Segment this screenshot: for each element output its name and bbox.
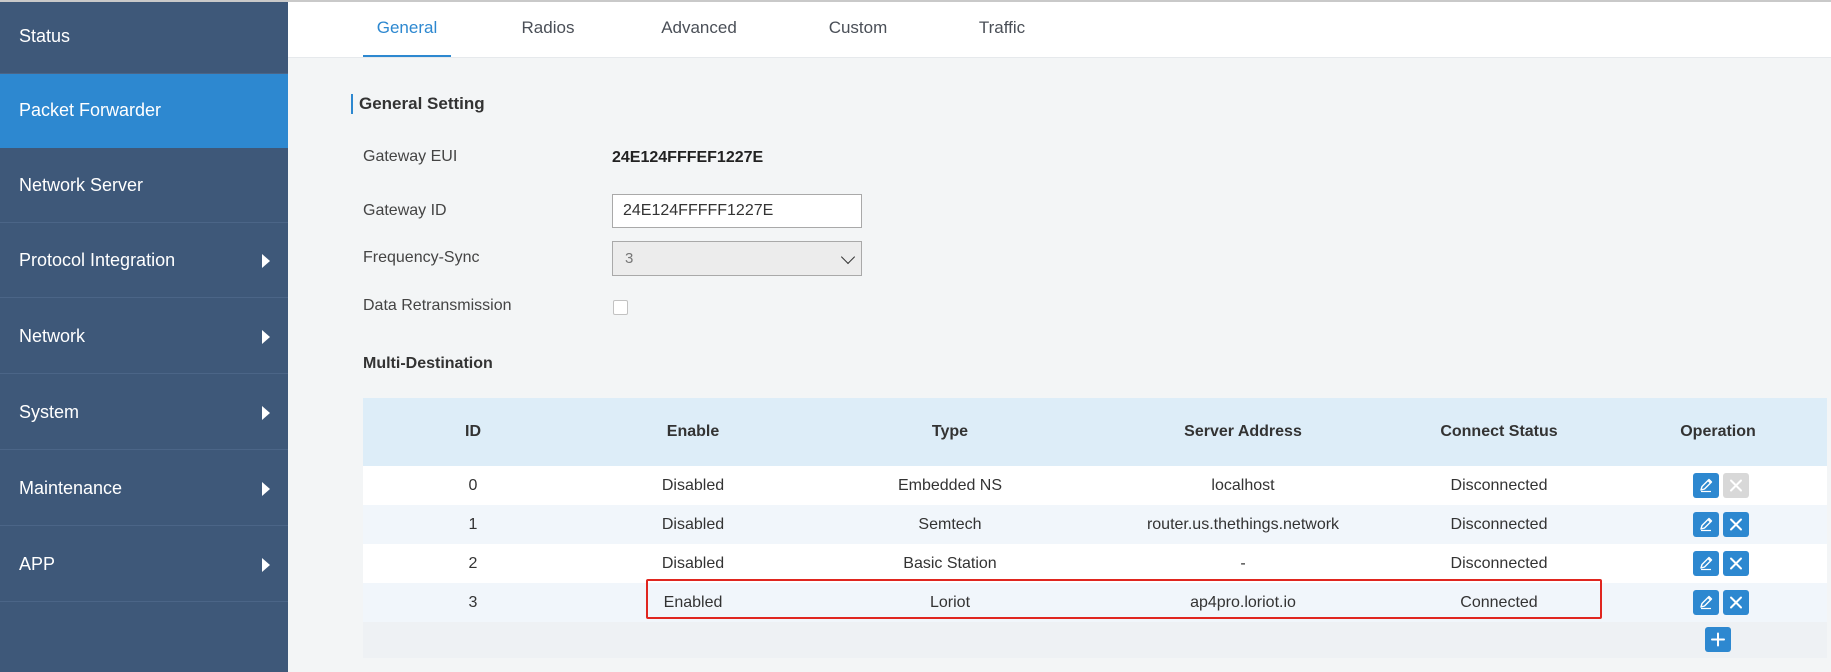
close-icon: [1730, 596, 1742, 609]
cell-server-address: -: [1240, 555, 1246, 572]
pencil-icon: [1700, 556, 1713, 571]
tab-general[interactable]: General: [363, 0, 451, 57]
caret-right-icon: [262, 253, 270, 268]
caret-right-icon: [262, 405, 270, 420]
tab-radios[interactable]: Radios: [513, 0, 583, 57]
header-operation: Operation: [1680, 423, 1756, 440]
pencil-icon: [1700, 595, 1713, 610]
frequency-sync-label: Frequency-Sync: [363, 249, 480, 266]
delete-button[interactable]: [1723, 590, 1749, 615]
frequency-sync-select[interactable]: 3: [612, 241, 862, 276]
sidebar-item-label: Network: [19, 326, 86, 346]
caret-right-icon: [262, 481, 270, 496]
main-content: General Radios Advanced Custom Traffic G…: [288, 0, 1831, 672]
sidebar-item-label: Status: [19, 26, 71, 46]
tab-advanced[interactable]: Advanced: [654, 0, 744, 57]
sidebar-item-network[interactable]: Network: [0, 300, 288, 374]
cell-type: Embedded NS: [897, 477, 1003, 494]
tab-traffic[interactable]: Traffic: [967, 0, 1037, 57]
sidebar-item-label: Protocol Integration: [19, 250, 176, 270]
cell-id: 3: [468, 594, 478, 611]
sidebar-item-protocol-integration[interactable]: Protocol Integration: [0, 224, 288, 298]
cell-enable: Disabled: [661, 516, 725, 533]
tab-bar: General Radios Advanced Custom Traffic: [288, 0, 1831, 58]
sidebar: Status Packet Forwarder Network Server P…: [0, 0, 288, 672]
sidebar-item-system[interactable]: System: [0, 376, 288, 450]
pencil-icon: [1700, 478, 1713, 493]
caret-right-icon: [262, 557, 270, 572]
close-icon: [1730, 518, 1742, 531]
sidebar-item-label: APP: [19, 554, 56, 574]
gateway-eui-label: Gateway EUI: [363, 148, 458, 165]
header-enable: Enable: [666, 423, 720, 440]
cell-connect-status: Disconnected: [1450, 477, 1548, 494]
cell-id: 0: [468, 477, 478, 494]
cell-type: Semtech: [918, 516, 982, 533]
data-retransmission-checkbox[interactable]: [613, 300, 628, 315]
table-row: 2 Disabled Basic Station - Disconnected: [363, 544, 1827, 583]
pencil-icon: [1700, 517, 1713, 532]
frequency-sync-value: 3: [625, 250, 634, 267]
chevron-down-icon: [840, 249, 856, 265]
delete-button[interactable]: [1723, 512, 1749, 537]
sidebar-item-label: System: [19, 402, 80, 422]
multi-destination-title: Multi-Destination: [363, 355, 493, 372]
sidebar-item-label: Packet Forwarder: [19, 100, 162, 120]
sidebar-item-packet-forwarder[interactable]: Packet Forwarder: [0, 74, 288, 148]
edit-button[interactable]: [1693, 512, 1719, 537]
sidebar-item-app[interactable]: APP: [0, 528, 288, 602]
tab-custom[interactable]: Custom: [818, 0, 898, 57]
sidebar-item-label: Maintenance: [19, 478, 123, 498]
table-row: 1 Disabled Semtech router.us.thethings.n…: [363, 505, 1827, 544]
plus-icon: [1711, 632, 1725, 647]
close-icon: [1730, 479, 1742, 492]
section-title: General Setting: [351, 94, 485, 114]
add-destination-button[interactable]: [1705, 627, 1731, 652]
cell-server-address: router.us.thethings.network: [1146, 516, 1340, 533]
cell-connect-status: Connected: [1460, 594, 1538, 611]
header-id: ID: [465, 423, 481, 440]
header-server-address: Server Address: [1184, 423, 1302, 440]
table-footer: [363, 622, 1827, 658]
edit-button[interactable]: [1693, 590, 1719, 615]
edit-button[interactable]: [1693, 473, 1719, 498]
cell-server-address: localhost: [1211, 477, 1275, 494]
sidebar-item-network-server[interactable]: Network Server: [0, 149, 288, 223]
gateway-eui-value: 24E124FFFEF1227E: [612, 149, 764, 166]
table-row: 0 Disabled Embedded NS localhost Disconn…: [363, 466, 1827, 505]
data-retransmission-label: Data Retransmission: [363, 297, 512, 314]
cell-type: Basic Station: [903, 555, 997, 572]
cell-enable: Enabled: [663, 594, 723, 611]
cell-server-address: ap4pro.loriot.io: [1190, 594, 1296, 611]
delete-button[interactable]: [1723, 551, 1749, 576]
cell-id: 1: [468, 516, 478, 533]
header-connect-status: Connect Status: [1440, 423, 1558, 440]
cell-id: 2: [468, 555, 478, 572]
gateway-id-input[interactable]: [612, 194, 862, 228]
header-type: Type: [931, 423, 969, 440]
table-row: 3 Enabled Loriot ap4pro.loriot.io Connec…: [363, 583, 1827, 622]
sidebar-item-label: Network Server: [19, 175, 144, 195]
delete-button[interactable]: [1723, 473, 1749, 498]
gateway-id-label: Gateway ID: [363, 202, 447, 219]
table-header: ID Enable Type Server Address Connect St…: [363, 398, 1827, 466]
cell-enable: Disabled: [661, 555, 725, 572]
close-icon: [1730, 557, 1742, 570]
sidebar-item-status[interactable]: Status: [0, 0, 288, 74]
cell-type: Loriot: [929, 594, 971, 611]
caret-right-icon: [262, 329, 270, 344]
cell-enable: Disabled: [661, 477, 725, 494]
edit-button[interactable]: [1693, 551, 1719, 576]
sidebar-item-maintenance[interactable]: Maintenance: [0, 452, 288, 526]
top-border: [0, 0, 1831, 2]
cell-connect-status: Disconnected: [1450, 516, 1548, 533]
cell-connect-status: Disconnected: [1450, 555, 1548, 572]
